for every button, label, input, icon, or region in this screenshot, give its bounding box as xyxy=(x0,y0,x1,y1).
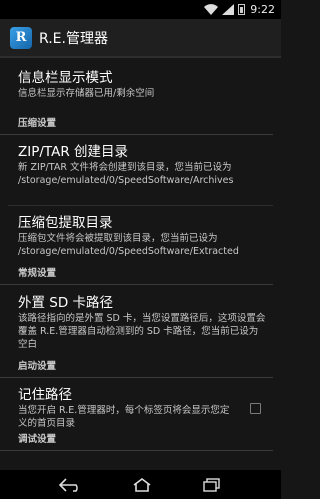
pref-summary: 当您开启 R.E.管理器时，每个标签页将会显示您定义的首页目录 xyxy=(18,405,230,429)
pref-title: 信息栏显示模式 xyxy=(18,70,113,86)
pref-title: ZIP/TAR 创建目录 xyxy=(18,144,129,160)
pref-title: 外置 SD 卡路径 xyxy=(18,295,114,311)
recents-icon[interactable] xyxy=(202,477,222,492)
pref-summary: 信息栏显示存储器已用/剩余空间 xyxy=(18,88,155,99)
pref-summary: 新 ZIP/TAR 文件将会创建到该目录，您当前已设为 /storage/emu… xyxy=(18,162,234,186)
wifi-icon xyxy=(204,4,219,15)
back-icon[interactable] xyxy=(59,477,83,492)
category-compress: 压缩设置 xyxy=(0,114,273,135)
home-icon[interactable] xyxy=(131,477,153,492)
pref-remember-path[interactable]: 记住路径 当您开启 R.E.管理器时，每个标签页将会显示您定义的首页目录 xyxy=(0,378,281,430)
navigation-bar xyxy=(0,470,281,499)
remember-path-checkbox[interactable] xyxy=(250,403,261,414)
app-icon[interactable]: R xyxy=(10,26,32,49)
pref-title: 压缩包提取目录 xyxy=(18,215,113,231)
pref-extract-dir[interactable]: 压缩包提取目录 压缩包文件将会被提取到该目录，您当前已设为 /storage/e… xyxy=(0,206,281,264)
settings-list[interactable]: 信息栏显示模式 信息栏显示存储器已用/剩余空间 压缩设置 ZIP/TAR 创建目… xyxy=(0,58,281,470)
pref-summary: 该路径指向的是外置 SD 卡，当您设置路径后，这项设置会覆盖 R.E.管理器自动… xyxy=(18,313,266,350)
pref-title: 记住路径 xyxy=(18,387,72,403)
pref-statusbar-mode[interactable]: 信息栏显示模式 信息栏显示存储器已用/剩余空间 xyxy=(0,58,281,105)
pref-sd-path[interactable]: 外置 SD 卡路径 该路径指向的是外置 SD 卡，当您设置路径后，这项设置会覆盖… xyxy=(0,285,281,357)
pref-summary: 压缩包文件将会被提取到该目录，您当前已设为 /storage/emulated/… xyxy=(18,233,239,257)
category-startup: 启动设置 xyxy=(0,357,273,378)
action-bar: R R.E.管理器 xyxy=(0,19,281,58)
category-debug: 调试设置 xyxy=(0,430,273,451)
pref-zip-dir[interactable]: ZIP/TAR 创建目录 新 ZIP/TAR 文件将会创建到该目录，您当前已设为… xyxy=(0,135,281,205)
clock: 9:22 xyxy=(250,3,275,16)
battery-icon xyxy=(238,4,246,15)
status-bar: 9:22 xyxy=(0,0,281,19)
signal-icon xyxy=(222,4,235,15)
app-title: R.E.管理器 xyxy=(39,30,108,47)
category-general: 常规设置 xyxy=(0,264,273,285)
